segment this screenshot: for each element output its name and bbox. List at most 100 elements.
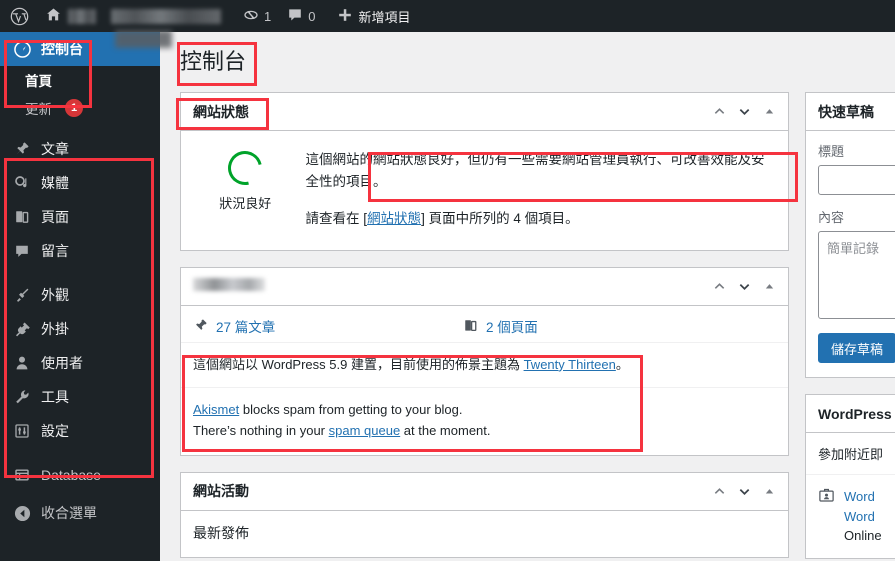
site-health-second-suffix: ] 頁面中所列的 4 個項目。 bbox=[421, 210, 579, 226]
sidebar-item-media[interactable]: 媒體 bbox=[0, 166, 160, 200]
triangle-up-icon[interactable] bbox=[762, 279, 776, 293]
pages-count-label: 2 個頁面 bbox=[486, 319, 538, 335]
activity-widget: 網站活動 最新發佈 bbox=[180, 471, 789, 558]
sidebar-item-label-settings: 設定 bbox=[41, 423, 69, 439]
updates-menu[interactable]: 1 bbox=[235, 0, 279, 32]
triangle-up-icon[interactable] bbox=[762, 105, 776, 119]
sidebar-subitem-home[interactable]: 首頁 bbox=[0, 66, 160, 94]
database-icon bbox=[12, 465, 32, 485]
pages-count-link[interactable]: 2 個頁面 bbox=[463, 316, 538, 336]
activity-body: 最新發佈 bbox=[181, 511, 788, 557]
wordpress-events-widget: WordPress 參加附近即 Word Word Online bbox=[805, 394, 895, 559]
triangle-up-icon[interactable] bbox=[762, 484, 776, 498]
chevron-up-icon[interactable] bbox=[712, 105, 726, 119]
sidebar-item-appearance[interactable]: 外觀 bbox=[0, 278, 160, 312]
posts-count-link[interactable]: 27 篇文章 bbox=[193, 316, 463, 336]
quick-draft-widget: 快速草稿 標題 內容 簡單記錄 儲存草稿 bbox=[805, 92, 895, 378]
widget-controls bbox=[712, 484, 776, 498]
spam-queue-link[interactable]: spam queue bbox=[329, 423, 401, 438]
collapse-menu-button[interactable]: 收合選單 bbox=[0, 496, 160, 530]
event-badge-icon bbox=[818, 487, 836, 505]
quick-draft-content-textarea[interactable]: 簡單記錄 bbox=[818, 231, 895, 319]
sidebar-item-label-posts: 文章 bbox=[41, 141, 69, 157]
sidebar-item-users[interactable]: 使用者 bbox=[0, 346, 160, 380]
pin-icon bbox=[193, 318, 209, 334]
sidebar-item-label-pages: 頁面 bbox=[41, 209, 69, 225]
sidebar-item-label-users: 使用者 bbox=[41, 355, 83, 371]
wordpress-logo-icon[interactable] bbox=[0, 0, 38, 32]
dashboard-icon bbox=[12, 39, 32, 59]
event-text-lines: Word Word Online bbox=[844, 487, 882, 546]
chevron-up-icon[interactable] bbox=[712, 279, 726, 293]
event-line-3: Online bbox=[844, 528, 882, 543]
chevron-down-icon[interactable] bbox=[737, 484, 751, 498]
sidebar-item-database[interactable]: Database bbox=[0, 458, 160, 492]
widget-controls bbox=[712, 279, 776, 293]
sidebar-item-posts[interactable]: 文章 bbox=[0, 132, 160, 166]
menu-separator-3 bbox=[0, 448, 160, 458]
site-name-redacted-2 bbox=[111, 8, 221, 24]
comments-menu[interactable]: 0 bbox=[279, 0, 323, 32]
comment-icon bbox=[287, 7, 303, 26]
admin-bar: 1 0 新增項目 bbox=[0, 0, 895, 48]
quick-draft-content-label: 內容 bbox=[818, 210, 845, 225]
posts-count-label: 27 篇文章 bbox=[216, 319, 276, 335]
new-content-menu[interactable]: 新增項目 bbox=[329, 0, 418, 32]
quick-draft-body: 標題 內容 簡單記錄 儲存草稿 bbox=[806, 131, 895, 377]
site-health-second-line: 請查看在 [網站狀態] 頁面中所列的 4 個項目。 bbox=[306, 208, 776, 230]
sidebar-subitem-updates[interactable]: 更新 1 bbox=[0, 94, 160, 122]
chevron-up-icon[interactable] bbox=[712, 484, 726, 498]
media-icon bbox=[12, 173, 32, 193]
health-ring-icon bbox=[221, 144, 269, 192]
quick-draft-title-input[interactable] bbox=[818, 165, 895, 195]
chevron-down-icon[interactable] bbox=[737, 105, 751, 119]
collapse-arrow-icon bbox=[12, 503, 32, 523]
event-line-1: Word bbox=[844, 489, 875, 504]
site-health-body: 狀況良好 這個網站的網站狀態良好，但仍有一些需要網站管理員執行、可改善效能及安全… bbox=[181, 131, 788, 250]
dashboard-column-left: 網站狀態 狀況良好 這個網站的網站狀態良好，但仍有一些需要網站管理員執行、可改善… bbox=[160, 92, 805, 561]
sidebar-item-plugins[interactable]: 外掛 bbox=[0, 312, 160, 346]
activity-title: 網站活動 bbox=[193, 483, 249, 500]
at-a-glance-header bbox=[181, 268, 788, 306]
pages-icon bbox=[12, 207, 32, 227]
sidebar-item-settings[interactable]: 設定 bbox=[0, 414, 160, 448]
site-health-link[interactable]: 網站狀態 bbox=[367, 211, 421, 226]
site-name-menu[interactable] bbox=[38, 0, 229, 32]
comments-count: 0 bbox=[308, 8, 316, 24]
save-draft-button[interactable]: 儲存草稿 bbox=[818, 333, 895, 363]
site-health-text-block: 這個網站的網站狀態良好，但仍有一些需要網站管理員執行、可改善效能及安全性的項目。… bbox=[298, 149, 776, 230]
site-health-header: 網站狀態 bbox=[181, 93, 788, 131]
sidebar-item-comments[interactable]: 留言 bbox=[0, 234, 160, 268]
site-health-second-prefix: 請查看在 [ bbox=[305, 210, 368, 226]
sidebar-item-label-comments: 留言 bbox=[41, 243, 69, 259]
event-line-2: Word bbox=[844, 508, 875, 524]
menu-separator-1 bbox=[0, 122, 160, 132]
pages-icon bbox=[463, 318, 479, 334]
sidebar-item-label-database: Database bbox=[41, 467, 101, 483]
new-content-label: 新增項目 bbox=[358, 9, 411, 25]
version-theme-note: 這個網站以 WordPress 5.9 建置，目前使用的佈景主題為 Twenty… bbox=[181, 341, 788, 387]
version-note-prefix: 這個網站以 WordPress 5.9 建置，目前使用的佈景主題為 bbox=[193, 356, 524, 372]
at-a-glance-title-redacted bbox=[193, 278, 712, 294]
theme-link[interactable]: Twenty Thirteen bbox=[524, 357, 616, 372]
akismet-link[interactable]: Akismet bbox=[193, 402, 239, 417]
sidebar-item-label-appearance: 外觀 bbox=[41, 287, 69, 303]
at-a-glance-widget: 27 篇文章 2 個頁面 這個網站以 WordPress 5.9 建置，目前使用… bbox=[180, 266, 789, 456]
at-a-glance-counts: 27 篇文章 2 個頁面 bbox=[181, 306, 788, 342]
menu-separator-2 bbox=[0, 268, 160, 278]
site-health-paragraph: 這個網站的網站狀態良好，但仍有一些需要網站管理員執行、可改善效能及安全性的項目。 bbox=[305, 152, 765, 190]
dashboard-column-right: 快速草稿 標題 內容 簡單記錄 儲存草稿 WordPress 參加附近即 Wor… bbox=[805, 92, 895, 561]
site-name-redacted-3 bbox=[115, 30, 172, 48]
widget-controls bbox=[712, 105, 776, 119]
collapse-menu-label: 收合選單 bbox=[41, 505, 97, 521]
chevron-down-icon[interactable] bbox=[737, 279, 751, 293]
akismet-line-2: There’s nothing in your spam queue at th… bbox=[193, 420, 776, 441]
sidebar-subitem-label-updates: 更新 bbox=[25, 102, 52, 117]
akismet-line1-rest: blocks spam from getting to your blog. bbox=[239, 401, 463, 417]
sidebar-item-label-dashboard: 控制台 bbox=[41, 41, 83, 57]
events-intro: 參加附近即 bbox=[818, 447, 884, 462]
sidebar-item-tools[interactable]: 工具 bbox=[0, 380, 160, 414]
event-list-item[interactable]: Word Word Online bbox=[806, 474, 895, 558]
sidebar-item-pages[interactable]: 頁面 bbox=[0, 200, 160, 234]
sidebar-item-label-tools: 工具 bbox=[41, 389, 69, 405]
